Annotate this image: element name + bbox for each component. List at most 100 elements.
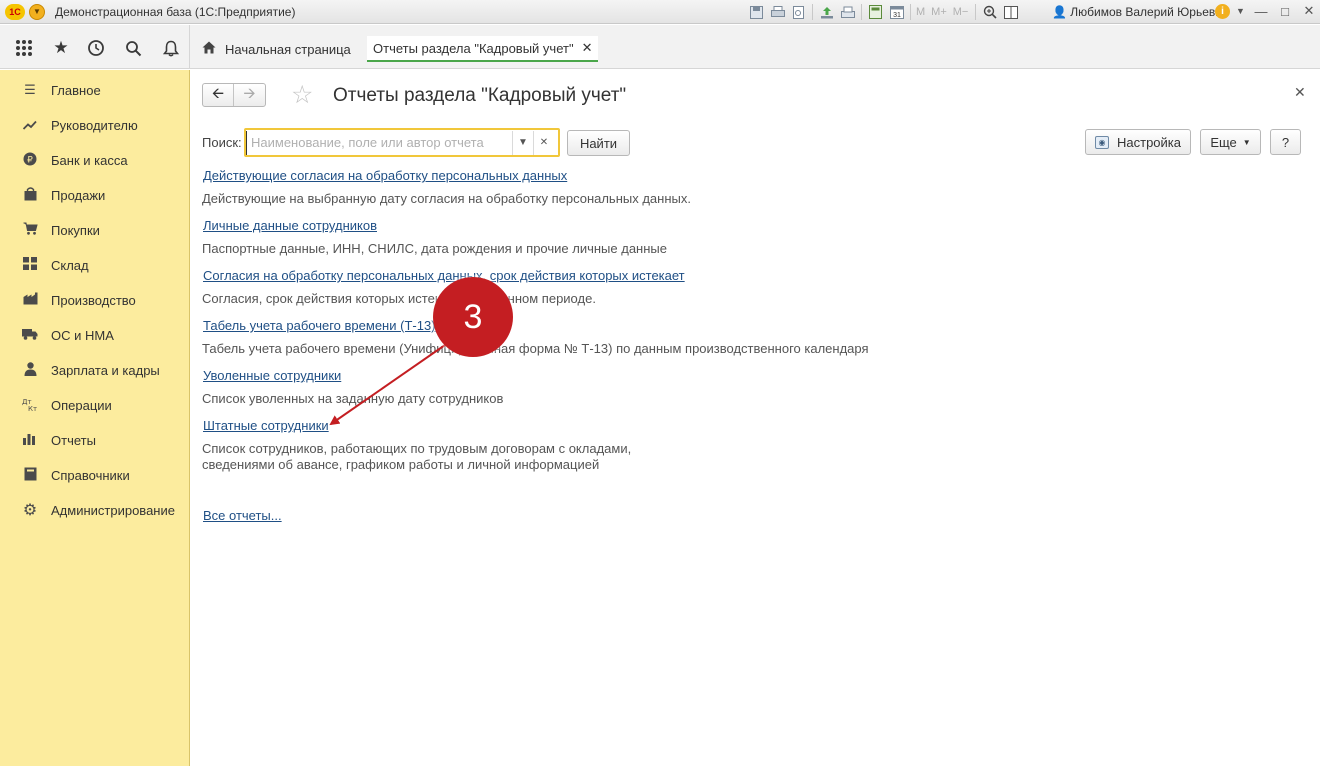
- settings-button[interactable]: ◉ Настройка: [1085, 129, 1191, 155]
- sidebar-item-label: Продажи: [51, 187, 106, 203]
- factory-icon: [20, 292, 40, 308]
- cart-icon: [20, 222, 40, 238]
- sidebar-item-production[interactable]: Производство: [0, 285, 189, 315]
- toolbar-separator: [812, 4, 813, 20]
- sidebar-item-label: Справочники: [51, 467, 130, 483]
- search-label: Поиск:: [202, 135, 242, 150]
- add-to-favorites-star-icon[interactable]: ☆: [291, 82, 313, 108]
- sidebar-item-fixed-assets[interactable]: ОС и НМА: [0, 320, 189, 350]
- favorites-star-icon[interactable]: ★: [50, 37, 72, 59]
- sidebar-item-label: Отчеты: [51, 432, 96, 448]
- all-functions-icon[interactable]: [13, 37, 35, 59]
- save-icon[interactable]: [748, 4, 765, 21]
- find-button[interactable]: Найти: [567, 130, 630, 156]
- memory-add-button[interactable]: M+: [931, 4, 947, 21]
- sidebar-item-manager[interactable]: Руководителю: [0, 110, 189, 140]
- history-icon[interactable]: [85, 37, 107, 59]
- truck-icon: [20, 328, 40, 343]
- sidebar-item-label: Руководителю: [51, 117, 138, 133]
- back-arrow-icon[interactable]: 🡨: [203, 84, 235, 106]
- forward-arrow-icon[interactable]: 🡪: [234, 84, 265, 106]
- report-description: Паспортные данные, ИНН, СНИЛС, дата рожд…: [202, 241, 667, 256]
- person-icon: [20, 361, 40, 379]
- clear-search-icon[interactable]: ✕: [533, 130, 554, 155]
- toolbar-icons: 31 M M+ M−: [748, 3, 1023, 21]
- sidebar-item-label: Банк и касса: [51, 152, 128, 168]
- sidebar-item-catalogs[interactable]: Справочники: [0, 460, 189, 490]
- sidebar-item-bank[interactable]: ₽ Банк и касса: [0, 145, 189, 175]
- report-link[interactable]: Согласия на обработку персональных данны…: [203, 268, 685, 283]
- sections-sidebar: ☰ Главное Руководителю ₽ Банк и касса Пр…: [0, 70, 190, 766]
- sidebar-item-purchases[interactable]: Покупки: [0, 215, 189, 245]
- sidebar-item-label: Зарплата и кадры: [51, 362, 160, 378]
- notifications-bell-icon[interactable]: [160, 37, 182, 59]
- info-icon[interactable]: i: [1215, 4, 1230, 19]
- panels-icon[interactable]: [1002, 4, 1019, 21]
- all-reports-link[interactable]: Все отчеты...: [203, 508, 282, 523]
- svg-text:31: 31: [893, 12, 901, 19]
- minimize-button[interactable]: —: [1250, 2, 1272, 20]
- search-input[interactable]: [246, 130, 512, 155]
- report-link[interactable]: Уволенные сотрудники: [203, 368, 341, 383]
- sidebar-item-operations[interactable]: Дт Кт Операции: [0, 390, 189, 420]
- dt-kt-icon: Дт Кт: [20, 397, 40, 414]
- chevron-down-icon[interactable]: ▼: [1236, 6, 1245, 16]
- dropdown-arrow-icon[interactable]: ▼: [512, 130, 533, 155]
- scan-icon[interactable]: [839, 4, 856, 21]
- settings-button-label: Настройка: [1117, 134, 1181, 150]
- report-description: Действующие на выбранную дату согласия н…: [202, 191, 691, 206]
- report-link[interactable]: Действующие согласия на обработку персон…: [203, 168, 567, 183]
- trend-icon: [20, 118, 40, 133]
- panel-bar: ★ Начальная страница Отчеты раздела "Кад…: [0, 25, 1320, 69]
- more-button-label: Еще: [1210, 134, 1237, 150]
- sidebar-item-administration[interactable]: ⚙ Администрирование: [0, 495, 189, 525]
- tab-hr-reports[interactable]: Отчеты раздела "Кадровый учет" ✕: [367, 36, 599, 62]
- report-link[interactable]: Личные данные сотрудников: [203, 218, 377, 233]
- zoom-icon[interactable]: [981, 4, 998, 21]
- app-title: Демонстрационная база (1С:Предприятие): [55, 4, 296, 19]
- report-link[interactable]: Штатные сотрудники: [203, 418, 329, 433]
- sidebar-item-salary-hr[interactable]: Зарплата и кадры: [0, 355, 189, 385]
- close-form-icon[interactable]: ✕: [1294, 84, 1306, 101]
- sidebar-item-warehouse[interactable]: Склад: [0, 250, 189, 280]
- step-marker: 3: [433, 277, 513, 357]
- close-window-button[interactable]: ✕: [1298, 2, 1320, 20]
- print-icon[interactable]: [769, 4, 786, 21]
- report-link[interactable]: Табель учета рабочего времени (Т-13): [203, 318, 436, 333]
- reports-form: 🡨 🡪 ☆ Отчеты раздела "Кадровый учет" ✕ П…: [191, 70, 1320, 766]
- tab-home[interactable]: Начальная страница: [202, 36, 351, 62]
- memory-store-button[interactable]: M: [916, 4, 925, 21]
- 1c-logo: 1С: [5, 3, 25, 20]
- upload-icon[interactable]: [818, 4, 835, 21]
- sidebar-item-label: Главное: [51, 82, 101, 98]
- sidebar-item-sales[interactable]: Продажи: [0, 180, 189, 210]
- more-button[interactable]: Еще ▼: [1200, 129, 1261, 155]
- preview-icon[interactable]: [790, 4, 807, 21]
- sidebar-item-label: Администрирование: [51, 502, 175, 518]
- user-icon: 👤: [1052, 5, 1067, 19]
- sidebar-item-label: Производство: [51, 292, 136, 308]
- current-user[interactable]: 👤 Любимов Валерий Юрьевич: [1052, 5, 1228, 19]
- memory-subtract-button[interactable]: M−: [953, 4, 969, 21]
- svg-text:₽: ₽: [27, 155, 33, 165]
- report-description: сведениями об авансе, графиком работы и …: [202, 457, 600, 472]
- maximize-button[interactable]: □: [1274, 2, 1296, 20]
- warehouse-icon: [20, 257, 40, 273]
- close-tab-icon[interactable]: ✕: [582, 40, 593, 56]
- search-icon[interactable]: [122, 37, 144, 59]
- report-description: Согласия, срок действия которых истекает…: [202, 291, 596, 306]
- main-menu-button[interactable]: ▼: [29, 3, 45, 20]
- sidebar-item-reports[interactable]: Отчеты: [0, 425, 189, 455]
- calculator-icon[interactable]: [867, 4, 884, 21]
- ruble-coin-icon: ₽: [20, 152, 40, 169]
- panel-separator: [189, 25, 190, 69]
- navigation-buttons: 🡨 🡪: [202, 83, 266, 107]
- toolbar-separator: [975, 4, 977, 20]
- user-name: Любимов Валерий Юрьевич: [1070, 5, 1229, 19]
- help-button[interactable]: ?: [1270, 129, 1301, 155]
- calendar-icon[interactable]: 31: [888, 4, 905, 21]
- sidebar-item-main[interactable]: ☰ Главное: [0, 75, 189, 105]
- sidebar-item-label: Склад: [51, 257, 89, 273]
- tab-label: Отчеты раздела "Кадровый учет": [373, 40, 574, 56]
- book-icon: [20, 467, 40, 484]
